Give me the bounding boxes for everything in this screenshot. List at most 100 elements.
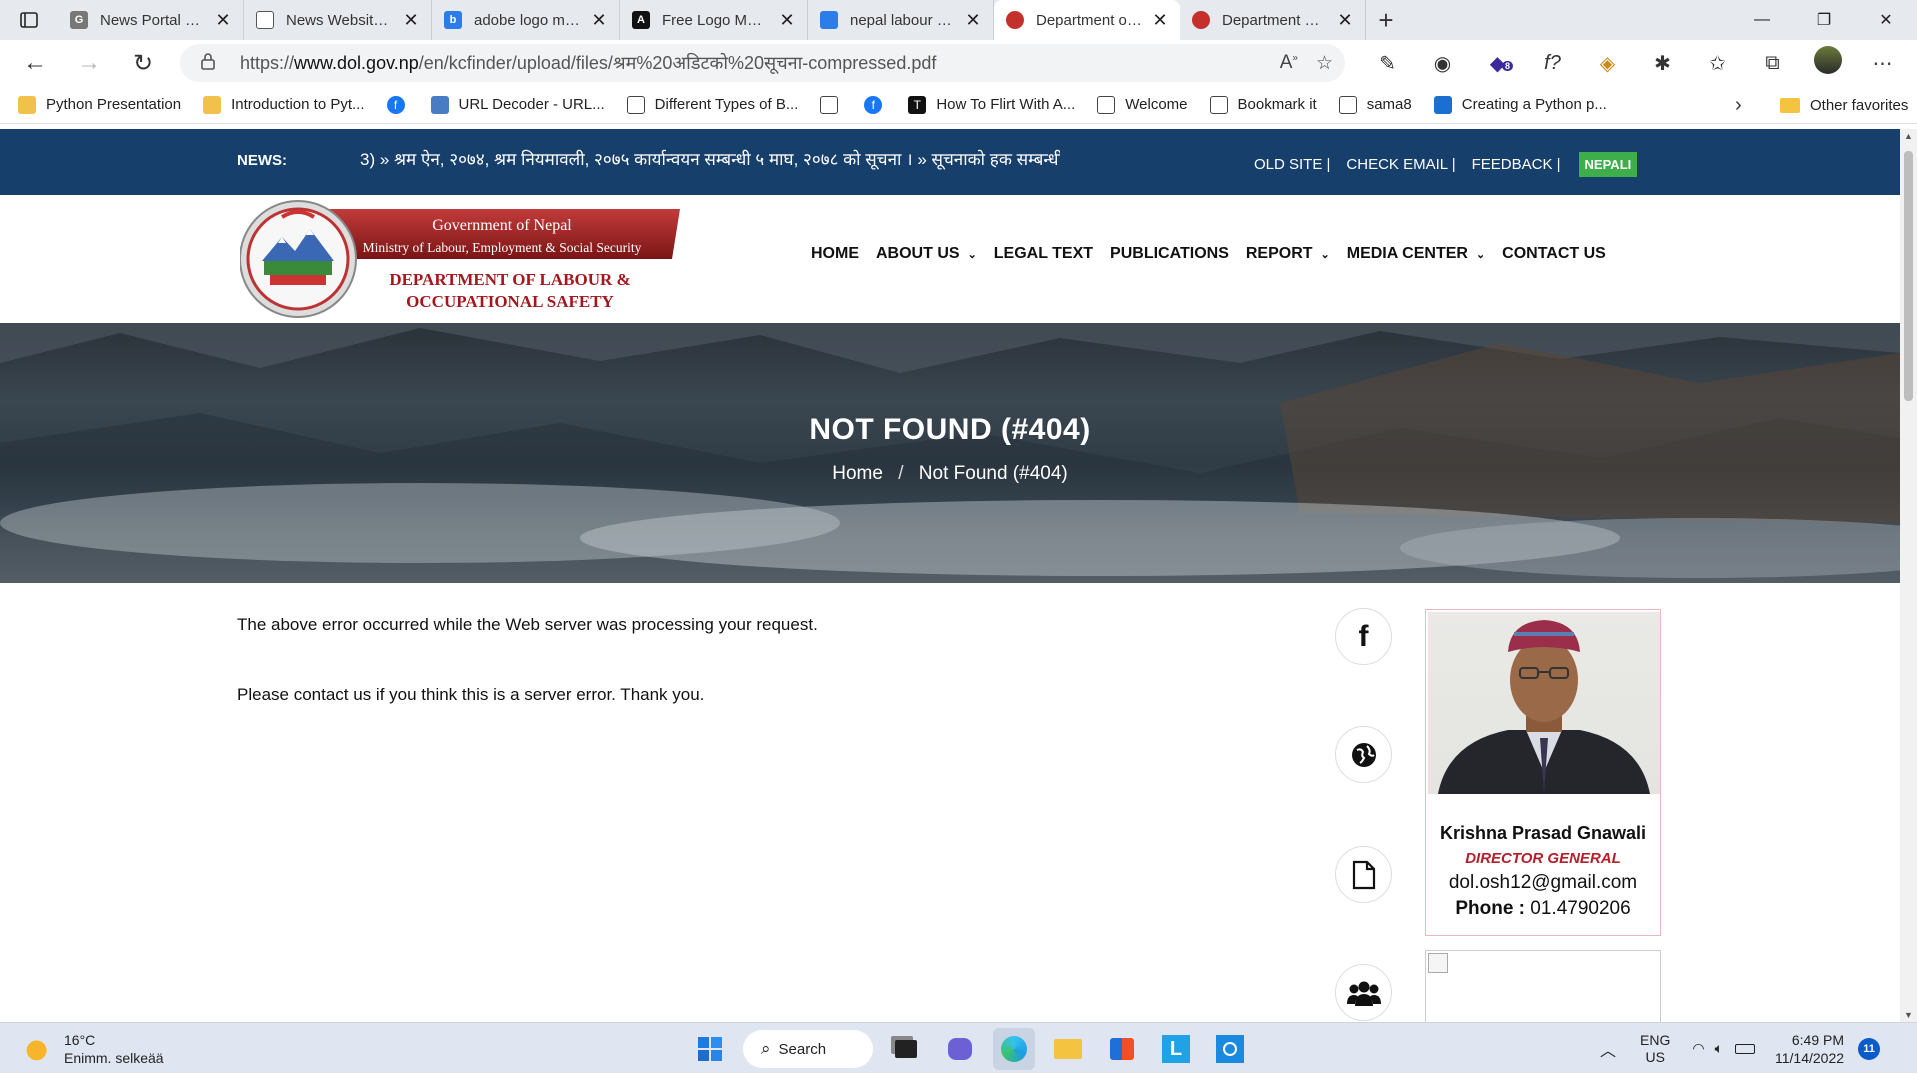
more-menu-icon[interactable]: ⋯ [1855,51,1910,76]
app-l-button[interactable]: L [1155,1028,1197,1070]
bookmark-item[interactable]: URL Decoder - URL... [430,95,605,114]
clock[interactable]: 6:49 PM 11/14/2022 [1775,1031,1844,1067]
browser-tab[interactable]: nepal labour - Search ✕ [808,0,994,40]
browser-tab[interactable]: Department of Labou ✕ [1180,0,1366,40]
extensions-puzzle-icon[interactable]: ✱ [1635,51,1690,76]
bookmark-item[interactable]: Welcome [1097,95,1188,114]
browser-tab[interactable]: Department of Labou ✕ [994,0,1180,40]
news-ticker[interactable]: 3) » श्रम ऐन, २०७४, श्रम नियमावली, २०७५ … [360,147,1060,170]
camera-icon[interactable]: ◉ [1415,51,1470,76]
volume-icon[interactable]: 🔈︎ [1715,1040,1723,1057]
maximize-button[interactable]: ❐ [1793,0,1855,40]
notification-badge[interactable]: 11 [1858,1037,1881,1060]
close-tab-icon[interactable]: ✕ [591,10,607,31]
bookmark-item[interactable]: Creating a Python p... [1433,95,1607,114]
formula-icon[interactable]: f? [1525,52,1580,75]
scroll-down-arrow-icon[interactable]: ▼ [1904,1010,1913,1020]
tab-favicon-icon [820,11,838,29]
close-tab-icon[interactable]: ✕ [779,10,795,31]
broken-image-box [1425,950,1661,1022]
read-aloud-icon[interactable]: A» [1280,52,1298,74]
start-button[interactable] [689,1028,731,1070]
favorites-icon[interactable]: ✩ [1690,51,1745,76]
close-tab-icon[interactable]: ✕ [215,10,231,31]
app-circle-button[interactable] [1209,1028,1251,1070]
task-view-button[interactable] [885,1028,927,1070]
bookmark-item[interactable]: Different Types of B... [626,95,798,114]
tab-title: Free Logo Maker: Des [662,11,769,29]
nav-item-media-center[interactable]: MEDIA CENTER ⌄ [1347,245,1485,263]
feedback-link[interactable]: FEEDBACK | [1472,156,1561,173]
new-tab-button[interactable]: + [1366,0,1406,40]
nav-item-publications[interactable]: PUBLICATIONS [1110,245,1229,263]
tab-title: nepal labour - Search [850,11,955,29]
nav-item-contact-us[interactable]: CONTACT US [1502,245,1606,263]
favorite-star-icon[interactable]: ☆ [1316,52,1333,75]
bookmarks-bar: Python Presentation Introduction to Pyt..… [0,86,1917,124]
chevron-right-icon[interactable]: › [1735,94,1742,117]
forward-button[interactable]: → [62,40,116,86]
collections-icon[interactable]: ⧉ [1745,52,1800,75]
eyedropper-icon[interactable]: ✎ [1360,51,1415,76]
bookmark-item[interactable]: f [864,95,892,114]
nav-item-label: MEDIA CENTER [1346,245,1468,262]
bookmark-item[interactable]: f [386,95,415,114]
check-email-link[interactable]: CHECK EMAIL | [1346,156,1455,173]
close-tab-icon[interactable]: ✕ [1152,10,1168,31]
refresh-button[interactable]: ↻ [116,40,170,86]
minimize-button[interactable]: — [1731,0,1793,40]
doc-icon [1338,95,1357,114]
close-tab-icon[interactable]: ✕ [403,10,419,31]
bookmark-label: Welcome [1125,96,1188,113]
document-button[interactable] [1335,846,1392,903]
edge-browser-button[interactable] [993,1028,1035,1070]
wifi-icon[interactable]: ◠ [1692,1040,1704,1057]
bookmark-item[interactable]: Python Presentation [18,95,181,114]
bookmark-item[interactable]: Bookmark it [1209,95,1317,114]
close-tab-icon[interactable]: ✕ [965,10,981,31]
address-bar[interactable]: https://www.dol.gov.np/en/kcfinder/uploa… [180,44,1345,82]
website-button[interactable] [1335,726,1392,783]
browser-tab[interactable]: b adobe logo maker - S ✕ [432,0,620,40]
store-button[interactable] [1101,1028,1143,1070]
browser-tab[interactable]: News Website Templa ✕ [244,0,432,40]
taskbar-search[interactable]: ⌕ Search [743,1030,873,1068]
browser-tab[interactable]: G News Portal Website ✕ [58,0,244,40]
tab-actions-button[interactable] [0,0,58,40]
refresh-icon: ↻ [132,49,154,77]
department-logo[interactable]: Government of Nepal Ministry of Labour, … [240,199,680,319]
profile-avatar-icon[interactable] [1800,46,1855,80]
teams-chat-button[interactable] [939,1028,981,1070]
director-email[interactable]: dol.osh12@gmail.com [1426,872,1660,894]
tag-icon[interactable]: ◈ [1580,51,1635,76]
extension-graduation-icon[interactable]: ◆ 8 [1470,51,1525,76]
browser-tab[interactable]: A Free Logo Maker: Des ✕ [620,0,808,40]
other-favorites[interactable]: Other favorites [1780,86,1908,124]
facebook-button[interactable]: f [1335,608,1392,665]
nav-item-report[interactable]: REPORT ⌄ [1246,245,1330,263]
nav-item-legal-text[interactable]: LEGAL TEXT [994,245,1093,263]
nav-item-about-us[interactable]: ABOUT US ⌄ [876,245,977,263]
scroll-up-arrow-icon[interactable]: ▲ [1904,131,1913,141]
old-site-link[interactable]: OLD SITE | [1254,156,1330,173]
scrollbar-thumb[interactable] [1904,151,1913,401]
close-tab-icon[interactable]: ✕ [1337,10,1353,31]
bookmark-item[interactable]: T How To Flirt With A... [908,95,1075,114]
page-scrollbar[interactable]: ▲ ▼ [1900,129,1917,1022]
bookmark-item[interactable] [820,95,848,114]
nepali-language-button[interactable]: NEPALI [1578,152,1638,177]
back-button[interactable]: ← [8,40,62,86]
bookmark-item[interactable]: Introduction to Pyt... [203,95,365,114]
battery-icon[interactable] [1734,1043,1755,1054]
bookmark-item[interactable]: sama8 [1338,95,1412,114]
breadcrumb-separator: / [898,463,904,484]
close-window-button[interactable]: ✕ [1855,0,1917,40]
breadcrumb-home-link[interactable]: Home [832,463,883,484]
file-explorer-button[interactable] [1047,1028,1089,1070]
weather-widget[interactable]: 16°C Enimm. selkeää [24,1031,164,1067]
users-button[interactable] [1335,964,1392,1021]
nav-item-home[interactable]: HOME [811,245,859,263]
store-icon [1110,1038,1134,1060]
chevron-up-icon[interactable]: ︿ [1600,1037,1616,1061]
language-indicator[interactable]: ENG US [1640,1032,1670,1066]
